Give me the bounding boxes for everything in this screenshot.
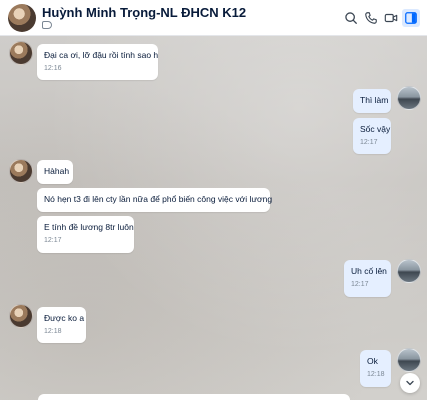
message-bubble[interactable]: Sốc vậy 12:17 bbox=[353, 118, 391, 154]
video-icon[interactable] bbox=[382, 9, 400, 27]
message-text: Được ko a bbox=[44, 313, 85, 323]
my-avatar[interactable] bbox=[397, 86, 421, 110]
phone-icon[interactable] bbox=[362, 9, 380, 27]
message-bubble[interactable]: E tính đề lương 8tr luôn 12:17 bbox=[37, 216, 134, 253]
message-bubble[interactable]: Đại ca ơi, lỡ đậu rồi tính sao h 12:16 bbox=[37, 44, 158, 80]
contact-avatar[interactable] bbox=[8, 4, 36, 32]
sender-avatar[interactable] bbox=[9, 159, 33, 183]
contact-name[interactable]: Huỳnh Minh Trọng-NL ĐHCN K12 bbox=[42, 5, 246, 20]
message-text: Uh cố lên bbox=[351, 266, 387, 276]
chat-header: Huỳnh Minh Trọng-NL ĐHCN K12 bbox=[0, 0, 427, 36]
sidebar-toggle-icon[interactable] bbox=[402, 9, 420, 27]
tag-icon[interactable] bbox=[42, 21, 52, 29]
message-text: Đại ca ơi, lỡ đậu rồi tính sao h bbox=[44, 50, 159, 60]
message-text: Hàhah bbox=[44, 166, 70, 176]
my-avatar[interactable] bbox=[397, 348, 421, 372]
message-bubble[interactable]: Thì làm bbox=[353, 89, 391, 113]
my-avatar[interactable] bbox=[397, 259, 421, 283]
sender-avatar[interactable] bbox=[9, 41, 33, 65]
message-time: 12:16 bbox=[44, 65, 62, 72]
search-icon[interactable] bbox=[342, 9, 360, 27]
message-bubble[interactable]: Nó hẹn t3 đi lên cty lần nữa để phổ biến… bbox=[37, 188, 273, 212]
sender-avatar[interactable] bbox=[9, 304, 33, 328]
partial-message-bubble bbox=[38, 394, 350, 400]
message-text: Nó hẹn t3 đi lên cty lần nữa để phổ biến… bbox=[44, 194, 273, 204]
message-list[interactable]: Đại ca ơi, lỡ đậu rồi tính sao h 12:16 T… bbox=[0, 36, 427, 400]
chevron-down-icon bbox=[406, 380, 414, 386]
message-text: E tính đề lương 8tr luôn bbox=[44, 222, 134, 232]
message-time: 12:17 bbox=[351, 281, 369, 288]
message-text: Thì làm bbox=[360, 95, 389, 105]
message-text: Ok bbox=[367, 356, 378, 366]
message-time: 12:18 bbox=[44, 328, 62, 335]
scroll-to-bottom-button[interactable] bbox=[400, 373, 420, 393]
message-time: 12:17 bbox=[360, 139, 378, 146]
message-time: 12:18 bbox=[367, 371, 385, 378]
message-bubble[interactable]: Uh cố lên 12:17 bbox=[344, 260, 391, 297]
message-bubble[interactable]: Ok 12:18 bbox=[360, 350, 391, 387]
message-bubble[interactable]: Hàhah bbox=[37, 160, 73, 184]
message-time: 12:17 bbox=[44, 237, 62, 244]
message-bubble[interactable]: Được ko a 12:18 bbox=[37, 307, 86, 343]
message-text: Sốc vậy bbox=[360, 124, 391, 134]
